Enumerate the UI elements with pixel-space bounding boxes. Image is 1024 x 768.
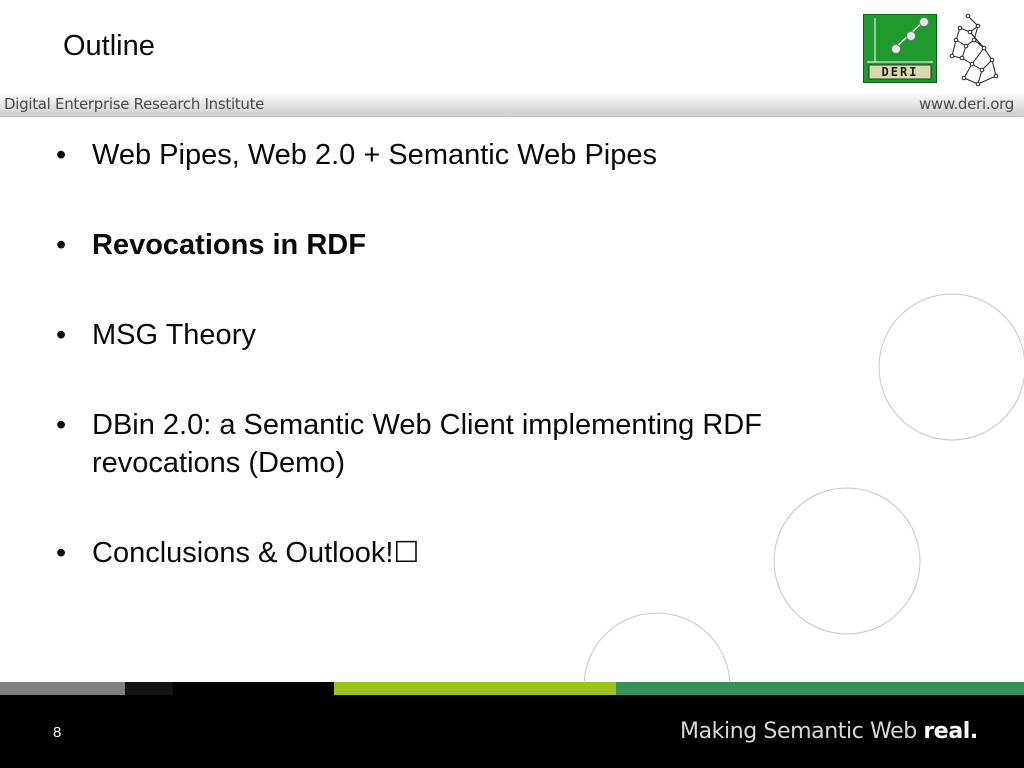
- footer-stripe-gray: [0, 682, 125, 695]
- header-band: Digital Enterprise Research Institute ww…: [0, 92, 1024, 117]
- slide: Outline DERI Digital Enterprise Research…: [0, 0, 1024, 768]
- bullet-marker: •: [56, 139, 67, 171]
- bullet-marker: •: [56, 409, 67, 441]
- bullet-text: Web Pipes, Web 2.0 + Semantic Web Pipes: [92, 139, 657, 171]
- footer-stripe-green: [616, 682, 1024, 695]
- tagline: Making Semantic Web real.: [680, 719, 978, 744]
- bullet-text: Conclusions & Outlook!☐: [92, 537, 420, 569]
- tagline-bold: real.: [923, 719, 978, 744]
- ireland-map-icon: [949, 13, 999, 87]
- bullet-text: DBin 2.0: a Semantic Web Client implemen…: [92, 409, 762, 479]
- svg-text:DERI: DERI: [882, 65, 919, 79]
- institute-name: Digital Enterprise Research Institute: [4, 95, 265, 113]
- footer-stripe-dark: [125, 682, 173, 695]
- website-url: www.deri.org: [918, 95, 1014, 113]
- tagline-regular: Making Semantic Web: [680, 719, 924, 744]
- page-number: 8: [53, 724, 62, 741]
- bullet-marker: •: [56, 537, 67, 569]
- bullet-marker: •: [56, 229, 67, 261]
- decorative-circle: [878, 293, 1024, 441]
- bullet-item: • DBin 2.0: a Semantic Web Client impleme…: [56, 406, 896, 482]
- bullet-marker: •: [56, 319, 67, 351]
- bullet-item: • MSG Theory: [56, 316, 896, 354]
- slide-title: Outline: [63, 30, 155, 62]
- bullet-item: • Web Pipes, Web 2.0 + Semantic Web Pipes: [56, 136, 896, 174]
- bullet-item: • Conclusions & Outlook!☐: [56, 534, 896, 572]
- bullet-text: MSG Theory: [92, 319, 256, 351]
- bullet-text: Revocations in RDF: [92, 229, 366, 261]
- footer-stripe-lime: [334, 682, 616, 695]
- deri-logo-icon: DERI: [863, 14, 937, 83]
- bullet-item: • Revocations in RDF: [56, 226, 896, 264]
- bullet-list: • Web Pipes, Web 2.0 + Semantic Web Pipes…: [56, 136, 896, 624]
